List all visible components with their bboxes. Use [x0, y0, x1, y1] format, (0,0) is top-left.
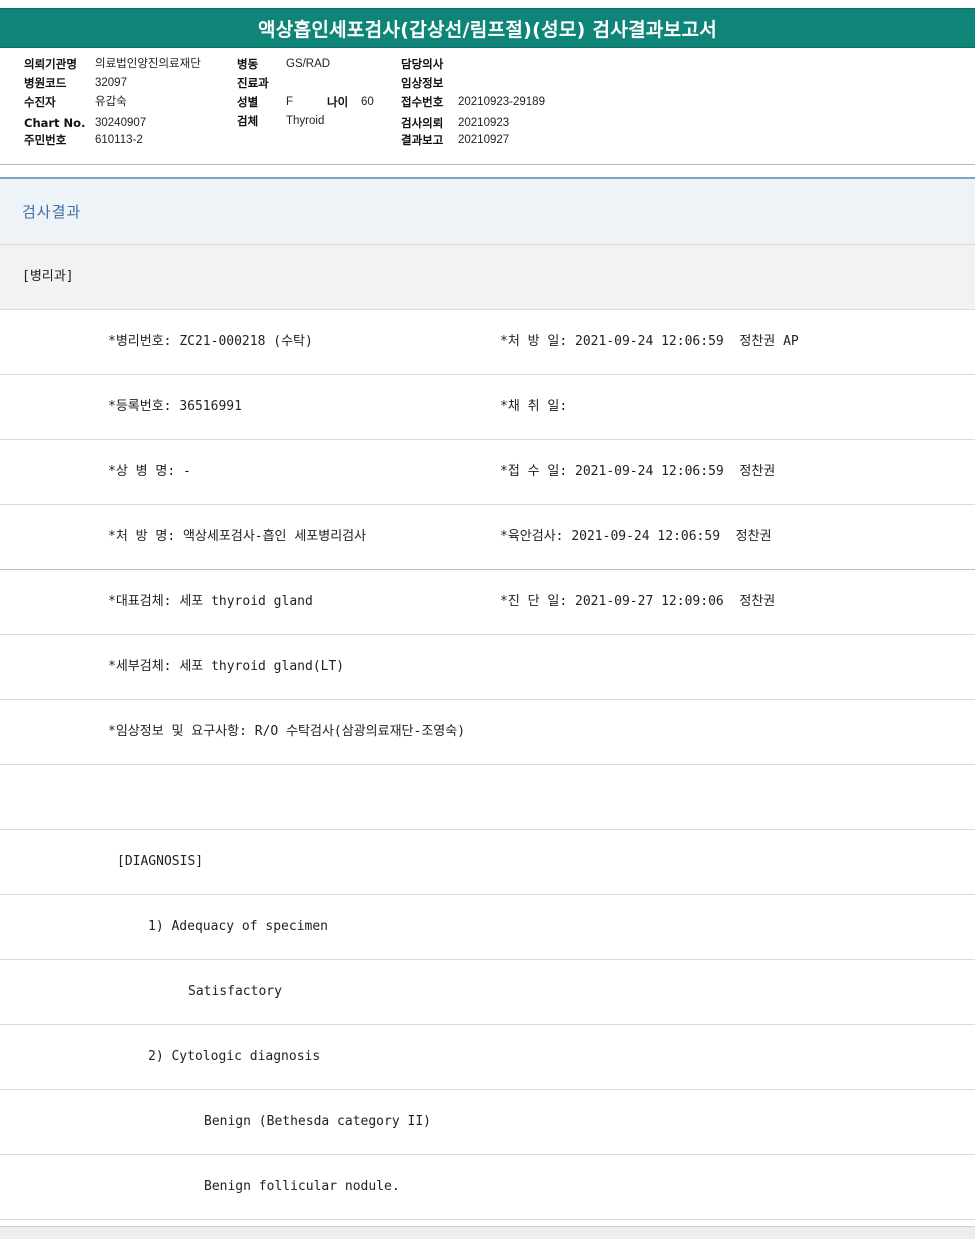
result-row: [병리과] [0, 245, 975, 310]
result-row: *병리번호: ZC21-000218 (수탁) *처 방 일: 2021-09-… [0, 310, 975, 375]
result-row: *임상정보 및 요구사항: R/O 수탁검사(삼광의료재단-조영숙) [0, 700, 975, 765]
results-table: [병리과] *병리번호: ZC21-000218 (수탁) *처 방 일: 20… [0, 245, 975, 1220]
institution-value: 의료법인양진의료재단 [95, 58, 201, 70]
institution-label: 의뢰기관명 [24, 57, 77, 71]
request-date-value: 20210923 [458, 117, 510, 129]
sex-label: 성별 [237, 95, 259, 109]
result-row-right: *육안검사: 2021-09-24 12:06:59 정찬권 [500, 529, 772, 544]
report-date-value: 20210927 [458, 134, 510, 146]
diagnosis-result: Benign follicular nodule. [204, 1179, 400, 1194]
result-row: *세부검체: 세포 thyroid gland(LT) [0, 635, 975, 700]
result-row-left: *처 방 명: 액상세포검사-흡인 세포병리검사 [108, 529, 367, 544]
doctor-label: 담당의사 [401, 57, 444, 71]
result-row-left: *상 병 명: - [108, 464, 191, 479]
ward-value: GS/RAD [286, 58, 331, 70]
result-row: Benign follicular nodule. [0, 1155, 975, 1220]
result-row: Satisfactory [0, 960, 975, 1025]
result-row-right: *진 단 일: 2021-09-27 12:09:06 정찬권 [500, 594, 776, 609]
result-row-blank [0, 765, 975, 830]
results-section-header: 검사결과 [0, 179, 975, 245]
patient-info-panel: 의뢰기관명 의료법인양진의료재단 병원코드 32097 수진자 유갑숙 Char… [0, 47, 975, 164]
chart-no-value: 30240907 [95, 117, 147, 129]
resident-no-value: 610113-2 [95, 134, 143, 146]
bottom-scroll-area [0, 1226, 975, 1239]
result-row: *처 방 명: 액상세포검사-흡인 세포병리검사 *육안검사: 2021-09-… [0, 505, 975, 570]
chart-no-label: Chart No. [24, 116, 86, 130]
sex-value: F [286, 96, 294, 108]
cytologic-diagnosis-heading: 2) Cytologic diagnosis [148, 1049, 321, 1064]
report-date-label: 결과보고 [401, 133, 444, 147]
result-row-left: *등록번호: 36516991 [108, 399, 242, 414]
result-row-left: *임상정보 및 요구사항: R/O 수탁검사(삼광의료재단-조영숙) [108, 724, 466, 739]
diagnosis-heading: [DIAGNOSIS] [117, 854, 204, 869]
department-label: 진료과 [237, 76, 269, 90]
report-title: 액상흡인세포검사(갑상선/림프절)(성모) 검사결과보고서 [257, 18, 718, 41]
adequacy-result: Satisfactory [188, 984, 282, 999]
result-row-left: *세부검체: 세포 thyroid gland(LT) [108, 659, 345, 674]
pathology-dept-label: [병리과] [22, 269, 74, 284]
result-row: 1) Adequacy of specimen [0, 895, 975, 960]
header-divider [0, 164, 975, 165]
hospital-code-label: 병원코드 [24, 76, 67, 90]
ward-label: 병동 [237, 57, 259, 71]
examinee-label: 수진자 [24, 95, 56, 109]
request-date-label: 검사의뢰 [401, 116, 444, 130]
specimen-label: 검체 [237, 114, 259, 128]
receipt-no-label: 접수번호 [401, 95, 444, 109]
result-row: Benign (Bethesda category II) [0, 1090, 975, 1155]
resident-no-label: 주민번호 [24, 133, 67, 147]
result-row: [DIAGNOSIS] [0, 830, 975, 895]
hospital-code-value: 32097 [95, 77, 127, 89]
result-row: 2) Cytologic diagnosis [0, 1025, 975, 1090]
result-row: *상 병 명: - *접 수 일: 2021-09-24 12:06:59 정찬… [0, 440, 975, 505]
adequacy-heading: 1) Adequacy of specimen [148, 919, 329, 934]
result-row-right: *처 방 일: 2021-09-24 12:06:59 정찬권 AP [500, 334, 799, 349]
specimen-value: Thyroid [286, 115, 325, 127]
examinee-value: 유갑숙 [95, 96, 127, 108]
result-row-right: *채 취 일: [500, 399, 568, 414]
age-label: 나이 [327, 95, 349, 109]
result-row-left: *대표검체: 세포 thyroid gland [108, 594, 313, 609]
result-row: *등록번호: 36516991 *채 취 일: [0, 375, 975, 440]
result-row: *대표검체: 세포 thyroid gland *진 단 일: 2021-09-… [0, 570, 975, 635]
bethesda-category: Benign (Bethesda category II) [204, 1114, 431, 1129]
results-section-title: 검사결과 [22, 203, 82, 221]
age-value: 60 [361, 96, 374, 108]
result-row-left: *병리번호: ZC21-000218 (수탁) [108, 334, 313, 349]
report-title-bar: 액상흡인세포검사(갑상선/림프절)(성모) 검사결과보고서 [0, 8, 975, 48]
clinical-info-label: 임상정보 [401, 76, 444, 90]
result-row-right: *접 수 일: 2021-09-24 12:06:59 정찬권 [500, 464, 776, 479]
receipt-no-value: 20210923-29189 [458, 96, 545, 108]
